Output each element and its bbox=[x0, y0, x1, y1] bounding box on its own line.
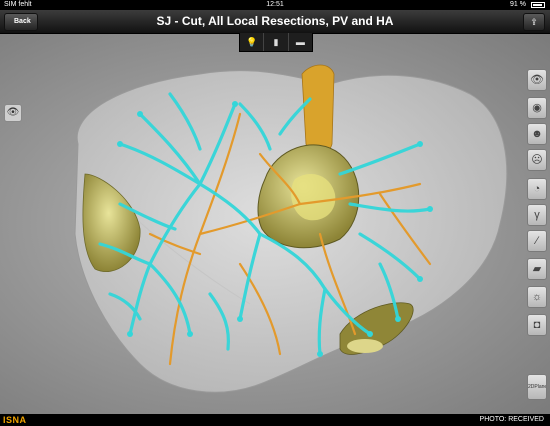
line-icon: ∕ bbox=[536, 235, 538, 247]
tool-skull-button[interactable]: ☹ bbox=[527, 149, 547, 171]
fingerprint-icon: ◉ bbox=[532, 102, 542, 114]
back-button[interactable]: Back bbox=[4, 13, 38, 31]
protractor-icon: ◔ bbox=[533, 183, 541, 195]
tool-visibility-button[interactable]: 👁 bbox=[527, 69, 547, 91]
tool-brightness-button[interactable]: ☼ bbox=[527, 286, 547, 308]
clock: 12:51 bbox=[266, 1, 284, 8]
photo-credit: PHOTO: RECEIVED bbox=[479, 416, 544, 423]
head-icon: ☻ bbox=[531, 128, 543, 140]
curve-icon: γ bbox=[534, 209, 540, 221]
status-bar: SIM fehlt 12:51 91 % bbox=[0, 0, 550, 10]
tool-line-button[interactable]: ∕ bbox=[527, 230, 547, 252]
bar-chart-icon: ▮ bbox=[273, 37, 279, 47]
vena-cava bbox=[301, 64, 335, 156]
isna-logo: ISNA bbox=[3, 415, 27, 425]
battery-percent: 91 % bbox=[510, 1, 526, 8]
tool-head-button[interactable]: ☻ bbox=[527, 123, 547, 145]
tool-fingerprint-button[interactable]: ◉ bbox=[527, 97, 547, 119]
footer-bar: ISNA PHOTO: RECEIVED bbox=[0, 414, 550, 426]
camera-icon: ◘ bbox=[533, 319, 541, 331]
clapperboard-icon: ▬ bbox=[295, 37, 305, 47]
tool-ruler-button[interactable]: ▰ bbox=[527, 258, 547, 280]
navigation-bar: SJ - Cut, All Local Resections, PV and H… bbox=[0, 10, 550, 34]
share-icon: ⇪ bbox=[530, 17, 538, 27]
statistics-tab[interactable]: ▮ bbox=[264, 33, 289, 51]
tool-camera-button[interactable]: ◘ bbox=[527, 314, 547, 336]
page-title: SJ - Cut, All Local Resections, PV and H… bbox=[156, 14, 394, 28]
visibility-toggle[interactable]: 👁 bbox=[4, 104, 22, 122]
battery-icon bbox=[531, 2, 545, 8]
lightbulb-icon: 💡 bbox=[246, 37, 258, 47]
scenes-tab[interactable]: ▬ bbox=[289, 33, 312, 51]
liver-model bbox=[74, 64, 508, 393]
brightness-icon: ☼ bbox=[531, 291, 543, 303]
tool-angle-button[interactable]: ◔ bbox=[527, 178, 547, 200]
ruler-icon: ▰ bbox=[532, 263, 542, 275]
tool-curve-button[interactable]: γ bbox=[527, 204, 547, 226]
share-button[interactable]: ⇪ bbox=[523, 13, 545, 31]
view-mode-segmented-control: 💡 ▮ ▬ bbox=[239, 33, 313, 52]
eye-icon: 👁 bbox=[530, 74, 544, 86]
skull-icon: ☹ bbox=[531, 154, 543, 166]
eye-icon: 👁 bbox=[6, 107, 20, 118]
lighting-tab[interactable]: 💡 bbox=[240, 33, 265, 51]
2d-plane-button[interactable]: 2DPlane bbox=[527, 374, 547, 400]
3d-viewport[interactable]: 👁 bbox=[0, 34, 550, 414]
